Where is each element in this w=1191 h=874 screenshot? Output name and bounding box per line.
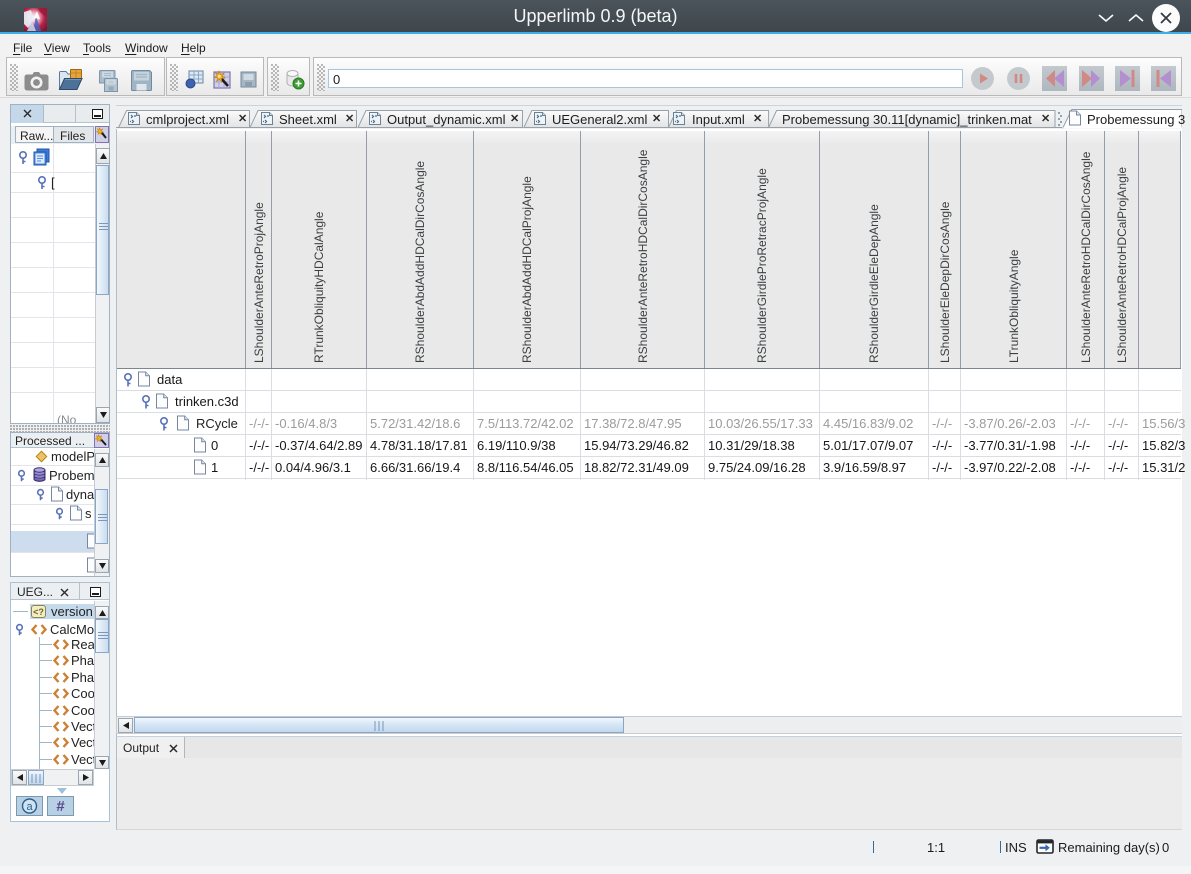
svg-text:<?: <?: [33, 607, 44, 617]
svg-text:a: a: [26, 801, 33, 813]
svg-text:#: #: [56, 798, 65, 815]
